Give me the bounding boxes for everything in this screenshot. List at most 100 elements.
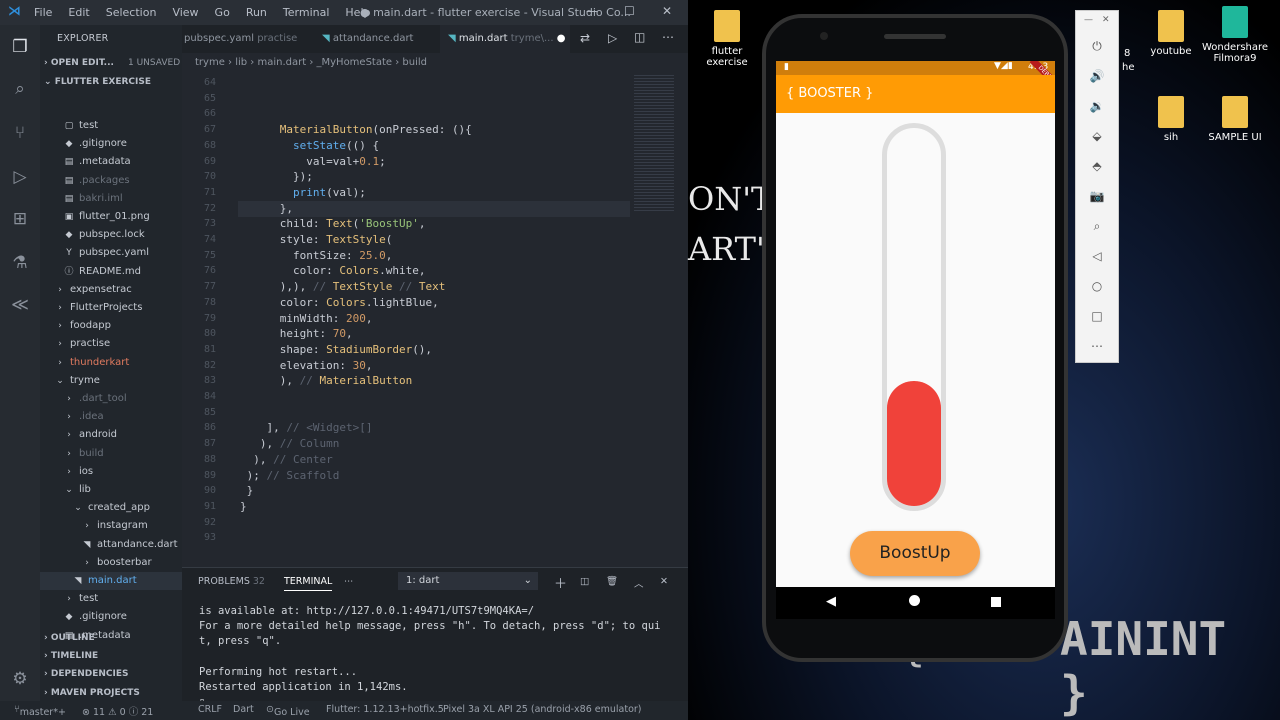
code-line[interactable]: style: TextStyle( [240,232,393,248]
code-line[interactable]: print(val); [240,185,366,201]
explorer-icon[interactable]: ❐ [8,35,32,59]
open-editors-section[interactable]: › OPEN EDIT... 1 UNSAVED [40,54,182,72]
unsaved-dot-icon[interactable]: ● [557,33,566,44]
menu-item-terminal[interactable]: Terminal [275,6,338,19]
new-terminal-icon[interactable]: ＋ [554,573,567,592]
section-outline[interactable]: › OUTLINE [40,629,182,647]
flutter-version-status[interactable]: Flutter: 1.12.13+hotfix.5 [326,704,444,715]
code-line[interactable]: val=val+0.1; [240,154,386,170]
code-line[interactable]: fontSize: 25.0, [240,248,392,264]
code-line[interactable]: ), // MaterialButton [240,373,412,389]
file-tree-item[interactable]: ◥ main.dart [40,572,182,590]
file-tree-item[interactable]: ⓘ README.md [40,263,182,281]
back-icon[interactable]: ◁ [1086,249,1108,263]
code-line[interactable]: color: Colors.lightBlue, [240,295,439,311]
trash-icon[interactable]: 🗑 [606,576,618,587]
file-tree-item[interactable]: › instagram [40,517,182,535]
code-line[interactable]: color: Colors.white, [240,263,425,279]
code-line[interactable]: } [240,483,254,499]
desktop-icon-filmora[interactable]: Wondershare Filmora9 [1200,6,1270,64]
menu-item-file[interactable]: File [26,6,60,19]
more-icon[interactable]: ⋯ [1086,339,1108,353]
search-icon[interactable]: ⌕ [8,77,32,101]
file-tree-item[interactable]: ◥ attandance.dart [40,536,182,554]
zoom-icon[interactable]: ⌕ [1086,219,1108,234]
branch-status[interactable]: ⑂ master*+ [14,704,66,718]
code-line[interactable]: } [240,499,247,515]
file-tree-item[interactable]: ◆ .gitignore [40,608,182,626]
code-line[interactable]: }); [240,169,313,185]
nav-back-icon[interactable]: ◀ [826,594,836,609]
emulator-minimize-icon[interactable]: — [1084,15,1093,25]
compare-icon[interactable]: ⇄ [580,31,590,45]
maximize-panel-icon[interactable]: ︿ [634,576,644,590]
file-tree-item[interactable]: ▤ .metadata [40,153,182,171]
file-tree-item[interactable]: ⌄ created_app [40,499,182,517]
desktop-icon-sample-ui[interactable]: SAMPLE UI [1200,96,1270,143]
section-timeline[interactable]: › TIMELINE [40,647,182,665]
terminal-select[interactable]: 1: dart ⌄ [398,572,538,590]
breadcrumb-item[interactable]: › main.dart [247,57,306,68]
close-icon[interactable]: ✕ [662,4,672,18]
file-tree-item[interactable]: › .idea [40,408,182,426]
run-debug-icon[interactable]: ▷ [8,165,32,189]
file-tree-item[interactable]: › practise [40,335,182,353]
code-line[interactable]: ), // Column [240,436,340,452]
file-tree-item[interactable]: › foodapp [40,317,182,335]
code-line[interactable]: ], // <Widget>[] [240,420,372,436]
desktop-icon-flutter-exercise[interactable]: flutter exercise [692,10,762,68]
code-line[interactable]: MaterialButton(onPressed: (){ [240,122,472,138]
file-tree-item[interactable]: ⌄ tryme [40,372,182,390]
file-tree-item[interactable]: › android [40,426,182,444]
nav-recents-icon[interactable] [991,597,1001,607]
code-line[interactable]: ); // Scaffold [240,468,340,484]
volume-up-icon[interactable]: 🔊 [1086,69,1108,83]
settings-gear-icon[interactable]: ⚙ [8,667,32,691]
file-tree-item[interactable]: › thunderkart [40,354,182,372]
more-actions-icon[interactable]: ⋯ [662,30,674,44]
workspace-section[interactable]: ⌄ FLUTTER EXERCISE [40,73,182,91]
code-line[interactable]: ), // Center [240,452,333,468]
file-tree-item[interactable]: Ypubspec.yaml [40,244,182,262]
tab-problems[interactable]: PROBLEMS 32 [198,576,265,587]
boostup-button[interactable]: BoostUp [850,531,980,576]
testing-icon[interactable]: ⚗ [8,251,32,275]
desktop-icon-youtube[interactable]: youtube [1136,10,1206,57]
device-status[interactable]: Pixel 3a XL API 25 (android-x86 emulator… [443,704,642,715]
file-tree-item[interactable]: › boosterbar [40,554,182,572]
desktop-icon-sih[interactable]: sih [1136,96,1206,143]
rotate-right-icon[interactable]: ⬘ [1086,159,1108,173]
breadcrumb-item[interactable]: tryme [195,57,225,68]
overview-icon[interactable]: □ [1086,309,1108,323]
eol-status[interactable]: CRLF [198,704,222,715]
menu-item-view[interactable]: View [164,6,206,19]
code-line[interactable]: elevation: 30, [240,358,373,374]
menu-item-run[interactable]: Run [238,6,275,19]
tab-terminal[interactable]: TERMINAL [284,576,333,591]
file-tree-item[interactable]: ◆ .gitignore [40,135,182,153]
code-line[interactable]: shape: StadiumBorder(), [240,342,432,358]
file-tree-item[interactable]: › FlutterProjects [40,299,182,317]
flutter-icon[interactable]: ≪ [8,293,32,317]
source-control-icon[interactable]: ⑂ [8,121,32,145]
power-icon[interactable]: ⏻ [1086,39,1108,54]
code-line[interactable]: minWidth: 200, [240,311,373,327]
section-maven-projects[interactable]: › MAVEN PROJECTS [40,684,182,701]
camera-icon[interactable]: 📷 [1086,189,1108,203]
file-tree-item[interactable]: ▤ .packages [40,172,182,190]
minimize-icon[interactable]: — [586,4,598,18]
code-line[interactable]: }, [240,201,293,217]
problems-status[interactable]: ⊗ 11 ⚠ 0 ⓘ 21 [82,704,153,718]
minimap[interactable] [634,73,674,213]
menu-item-edit[interactable]: Edit [60,6,97,19]
file-tree-item[interactable]: › .dart_tool [40,390,182,408]
file-tree-item[interactable]: › build [40,445,182,463]
terminal-output[interactable]: is available at: http://127.0.0.1:49471/… [199,604,679,710]
maximize-icon[interactable]: ☐ [624,4,635,18]
tab-pubspec-yaml[interactable]: pubspec.yaml practise [182,25,307,53]
go-live-status[interactable]: ⊙ Go Live [266,704,310,718]
breadcrumb-item[interactable]: › lib [225,57,247,68]
file-tree-item[interactable]: ▢ test [40,117,182,135]
home-icon[interactable]: ○ [1086,279,1108,293]
rotate-left-icon[interactable]: ⬙ [1086,129,1108,143]
